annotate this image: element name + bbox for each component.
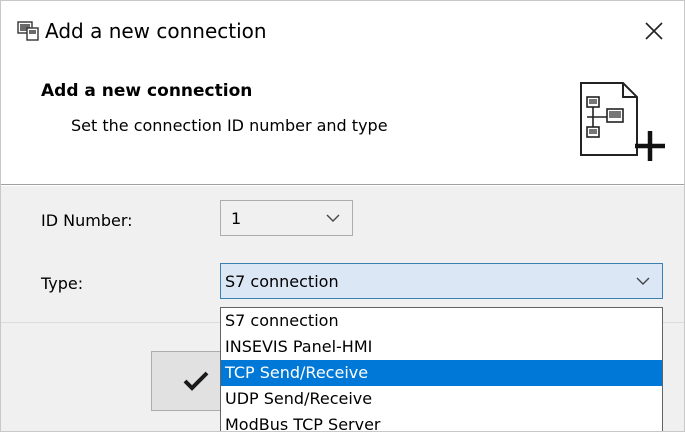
chevron-down-icon xyxy=(636,277,650,285)
id-number-select[interactable]: 1 xyxy=(220,200,353,236)
checkmark-icon xyxy=(183,371,209,391)
dropdown-option-tcp-send-receive[interactable]: TCP Send/Receive xyxy=(221,360,662,386)
type-dropdown-list[interactable]: S7 connection INSEVIS Panel-HMI TCP Send… xyxy=(220,307,663,431)
dropdown-option-udp-send-receive[interactable]: UDP Send/Receive xyxy=(221,386,662,412)
header-title: Add a new connection xyxy=(41,81,253,101)
header-subtitle: Set the connection ID number and type xyxy=(71,116,388,135)
form-area: ID Number: 1 Type: S7 connection xyxy=(1,186,684,323)
close-icon xyxy=(645,22,663,40)
type-select[interactable]: S7 connection xyxy=(220,263,663,299)
new-connection-network-icon xyxy=(580,82,665,161)
id-number-label: ID Number: xyxy=(41,211,133,230)
id-number-value: 1 xyxy=(231,209,242,228)
title-bar[interactable]: Add a new connection xyxy=(1,1,684,57)
dropdown-option-insevis-panel-hmi[interactable]: INSEVIS Panel-HMI xyxy=(221,334,662,360)
type-label: Type: xyxy=(41,274,84,293)
dropdown-option-s7-connection[interactable]: S7 connection xyxy=(221,308,662,334)
chevron-down-icon xyxy=(326,214,340,222)
close-button[interactable] xyxy=(638,15,670,47)
type-value: S7 connection xyxy=(225,272,339,291)
add-connection-dialog: Add a new connection Add a new connectio… xyxy=(0,0,685,432)
header-banner: Add a new connection Set the connection … xyxy=(1,57,684,185)
connection-window-icon xyxy=(17,21,39,41)
window-title: Add a new connection xyxy=(45,19,267,43)
dropdown-option-modbus-tcp-server[interactable]: ModBus TCP Server xyxy=(221,412,662,431)
